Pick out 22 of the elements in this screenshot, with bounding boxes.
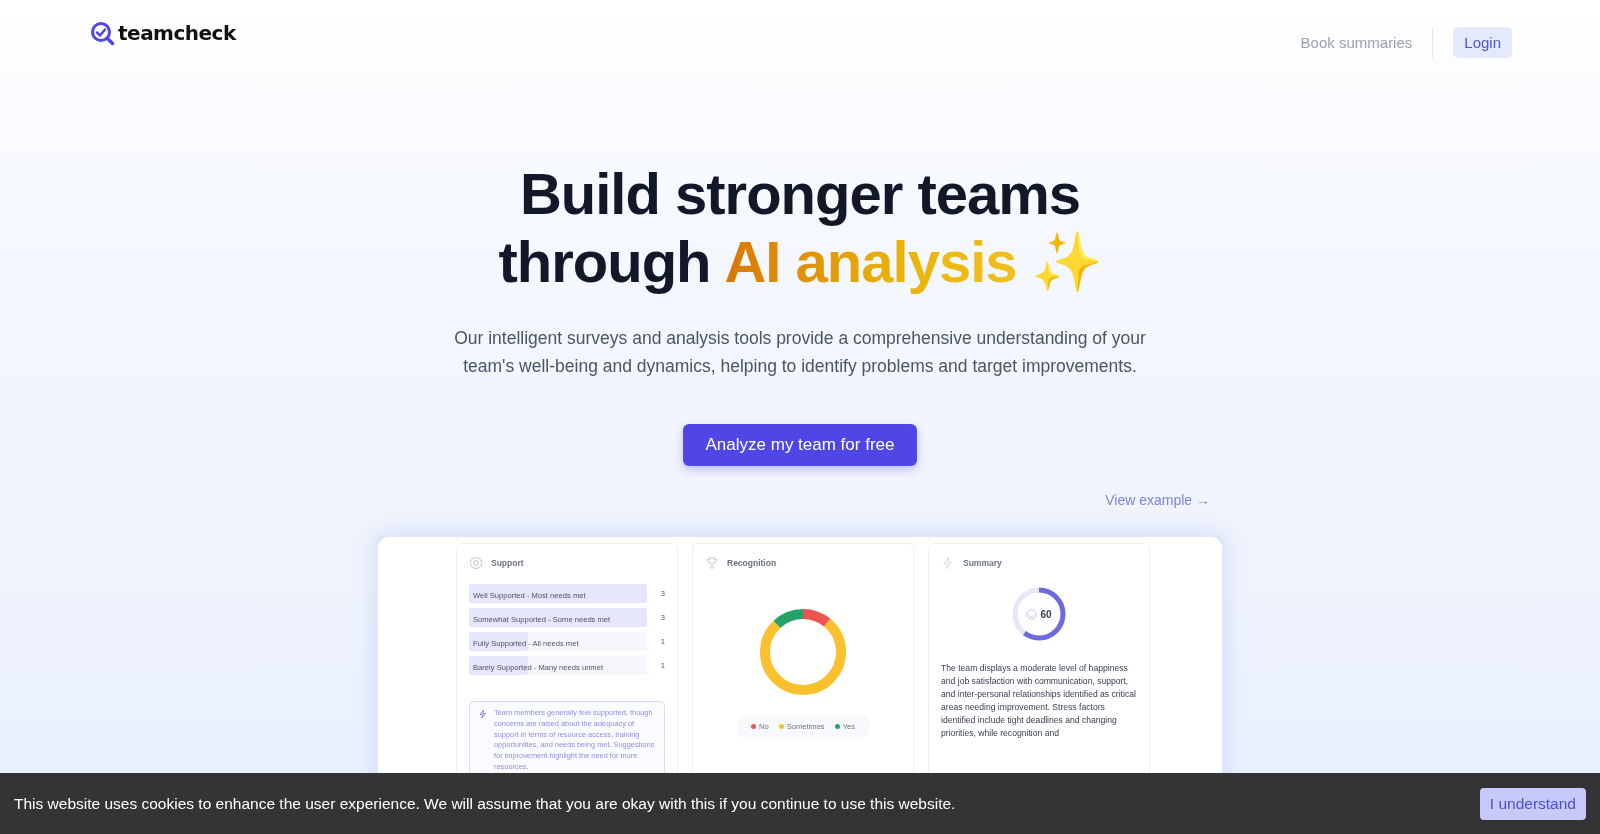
- nav-link[interactable]: Book summaries: [1300, 34, 1413, 51]
- login-button[interactable]: Login: [1453, 27, 1512, 58]
- card-title: Support: [491, 558, 524, 568]
- lightning-icon: [478, 709, 488, 719]
- cta-button[interactable]: Analyze my team for free: [682, 424, 918, 466]
- logo-text: teamcheck: [118, 21, 236, 45]
- card-title: Recognition: [727, 558, 777, 568]
- summary-text: The team displays a moderate level of happiness and job satisfaction with communication, support, and inter-personal relationships identified as critical areas needing improvement. Stress factors identified include tight deadlines and changing priorities, while recognition and: [941, 662, 1137, 740]
- headline: through: [498, 228, 711, 296]
- lifebuoy-icon: [469, 556, 483, 570]
- cookie-message: This website uses cookies to enhance the user experience. We will assume that you are okay with this if you continue to use this website.: [14, 794, 956, 813]
- score-value: 60: [1040, 608, 1052, 620]
- smiley-icon: [1026, 608, 1038, 620]
- view-example-link[interactable]: View example →: [1105, 492, 1210, 508]
- subtitle: Our intelligent surveys and analysis tools provide a comprehensive understanding of your team's well-being and dynamics, helping to identify problems and target improvements.: [453, 327, 1147, 378]
- headline: Build stronger teams: [518, 160, 1082, 228]
- sparkle-emoji: ✨: [1030, 228, 1102, 296]
- trophy-icon: [705, 556, 719, 570]
- accept-button[interactable]: I understand: [1479, 787, 1586, 820]
- lightning-icon: [941, 556, 955, 570]
- magnifier-check-icon: [90, 20, 115, 46]
- card-title: Summary: [963, 558, 1002, 568]
